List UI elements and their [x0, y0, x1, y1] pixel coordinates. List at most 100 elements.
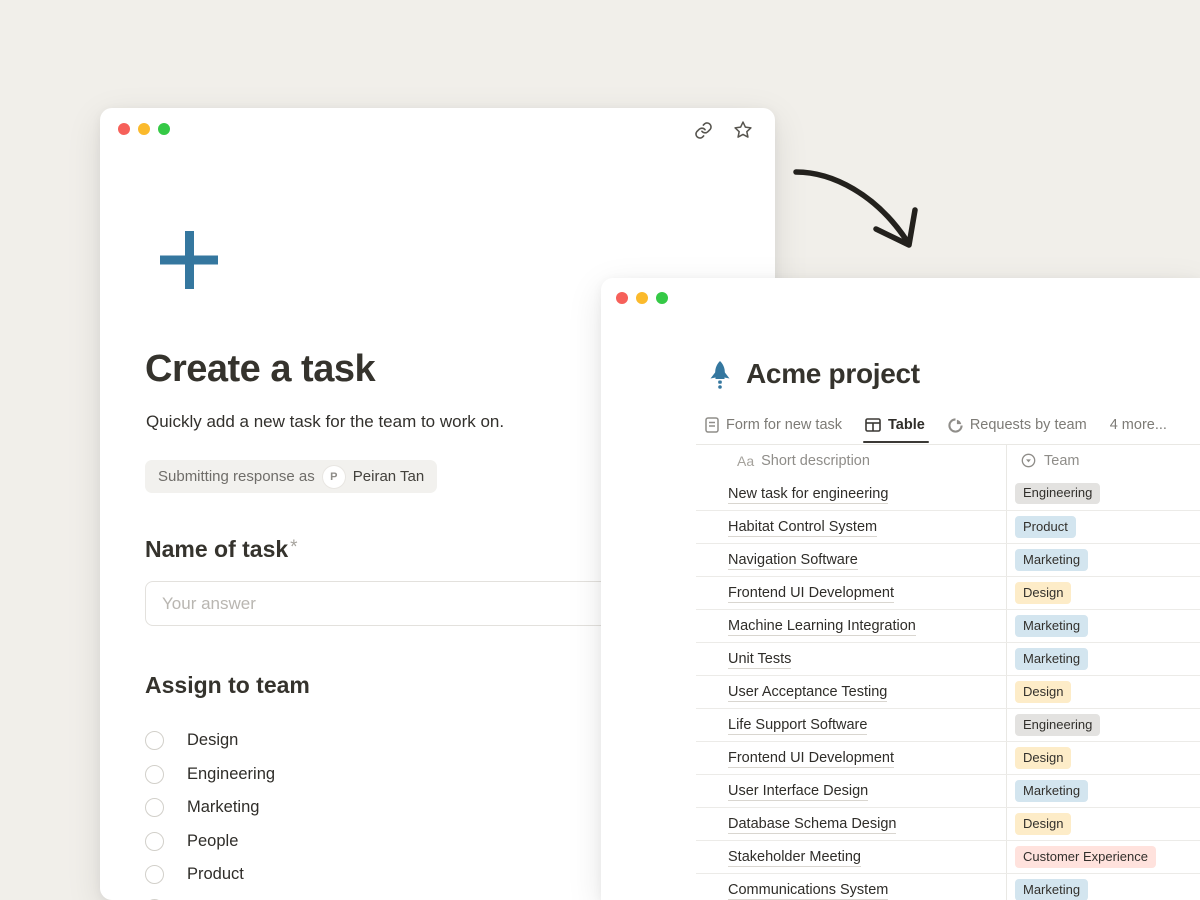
task-cell: Frontend UI Development: [696, 750, 1006, 766]
team-option[interactable]: Design: [145, 724, 346, 758]
team-cell: Customer Experience: [1006, 846, 1156, 867]
task-cell: User Interface Design: [696, 783, 1006, 799]
task-title-link[interactable]: Frontend UI Development: [728, 585, 894, 603]
task-title-link[interactable]: Unit Tests: [728, 651, 791, 669]
team-tag[interactable]: Marketing: [1015, 549, 1088, 570]
task-cell: Unit Tests: [696, 651, 1006, 667]
form-icon: [705, 417, 719, 433]
tab-form-for-new-task[interactable]: Form for new task: [705, 410, 842, 440]
required-asterisk: *: [290, 537, 297, 558]
name-of-task-label: Name of task*: [145, 536, 298, 563]
team-option[interactable]: Engineering: [145, 758, 346, 792]
task-title-link[interactable]: Habitat Control System: [728, 519, 877, 537]
team-cell: Engineering: [1006, 483, 1100, 504]
team-tag[interactable]: Marketing: [1015, 615, 1088, 636]
radio-option-label: Product: [187, 865, 244, 884]
team-cell: Design: [1006, 681, 1071, 702]
team-cell: Product: [1006, 516, 1076, 537]
table-icon: [865, 418, 881, 432]
table-row: Unit Tests Marketing: [696, 642, 1200, 675]
task-title-link[interactable]: Life Support Software: [728, 717, 867, 735]
task-title-link[interactable]: Navigation Software: [728, 552, 858, 570]
team-cell: Marketing: [1006, 549, 1088, 570]
task-title-link[interactable]: Machine Learning Integration: [728, 618, 916, 636]
radio-button[interactable]: [145, 865, 164, 884]
radio-option-label: People: [187, 832, 238, 851]
form-title: Create a task: [145, 348, 375, 391]
curved-arrow-doodle: [780, 150, 930, 260]
task-title-link[interactable]: User Interface Design: [728, 783, 868, 801]
task-cell: Frontend UI Development: [696, 585, 1006, 601]
team-tag[interactable]: Design: [1015, 813, 1071, 834]
task-title-link[interactable]: User Acceptance Testing: [728, 684, 887, 702]
tab-table[interactable]: Table: [865, 410, 925, 440]
copy-link-icon[interactable]: [694, 121, 713, 140]
table-row: Machine Learning Integration Marketing: [696, 609, 1200, 642]
avatar: P: [323, 466, 345, 488]
team-cell: Design: [1006, 582, 1071, 603]
table-row: Communications System Marketing: [696, 873, 1200, 900]
team-tag[interactable]: Design: [1015, 681, 1071, 702]
team-option[interactable]: Customer Experience: [145, 892, 346, 900]
select-property-icon: [1021, 453, 1036, 468]
submitting-as-pill: Submitting response as P Peiran Tan: [145, 460, 437, 493]
zoom-window-button[interactable]: [158, 123, 170, 135]
plus-page-icon: [160, 231, 218, 294]
team-tag[interactable]: Engineering: [1015, 714, 1100, 735]
view-tabs: Form for new task Table Requests by team…: [705, 410, 1167, 440]
tab-requests-by-team[interactable]: Requests by team: [948, 410, 1087, 440]
favorite-star-icon[interactable]: [733, 120, 753, 140]
table-row: Habitat Control System Product: [696, 510, 1200, 543]
table-row: New task for engineering Engineering: [696, 477, 1200, 510]
radio-button[interactable]: [145, 765, 164, 784]
team-option[interactable]: Marketing: [145, 791, 346, 825]
task-title-link[interactable]: Database Schema Design: [728, 816, 896, 834]
task-title-link[interactable]: Stakeholder Meeting: [728, 849, 861, 867]
team-tag[interactable]: Marketing: [1015, 780, 1088, 801]
tab-more-views[interactable]: 4 more...: [1110, 410, 1167, 440]
task-title-link[interactable]: New task for engineering: [728, 486, 888, 504]
radio-button[interactable]: [145, 832, 164, 851]
team-tag[interactable]: Engineering: [1015, 483, 1100, 504]
radio-button[interactable]: [145, 731, 164, 750]
team-tag[interactable]: Customer Experience: [1015, 846, 1156, 867]
table-header-row: Aa Short description Team: [696, 444, 1200, 477]
task-cell: Stakeholder Meeting: [696, 849, 1006, 865]
table-row: User Interface Design Marketing: [696, 774, 1200, 807]
close-window-button[interactable]: [616, 292, 628, 304]
task-cell: Life Support Software: [696, 717, 1006, 733]
team-tag[interactable]: Marketing: [1015, 879, 1088, 900]
column-header-team[interactable]: Team: [1006, 453, 1079, 469]
assign-to-team-label: Assign to team: [145, 672, 310, 699]
team-tag[interactable]: Product: [1015, 516, 1076, 537]
task-title-link[interactable]: Communications System: [728, 882, 888, 900]
task-cell: Machine Learning Integration: [696, 618, 1006, 634]
team-tag[interactable]: Design: [1015, 582, 1071, 603]
table-row: Frontend UI Development Design: [696, 576, 1200, 609]
team-cell: Marketing: [1006, 615, 1088, 636]
table-row: Stakeholder Meeting Customer Experience: [696, 840, 1200, 873]
submitting-as-label: Submitting response as: [158, 468, 315, 485]
minimize-window-button[interactable]: [636, 292, 648, 304]
minimize-window-button[interactable]: [138, 123, 150, 135]
radio-option-label: Engineering: [187, 765, 275, 784]
window-controls: [118, 123, 170, 135]
team-options-list: Design Engineering Marketing People Prod…: [145, 724, 346, 900]
radio-option-label: Marketing: [187, 798, 259, 817]
form-subtitle: Quickly add a new task for the team to w…: [146, 412, 504, 432]
team-tag[interactable]: Marketing: [1015, 648, 1088, 669]
zoom-window-button[interactable]: [656, 292, 668, 304]
team-cell: Design: [1006, 747, 1071, 768]
team-option[interactable]: People: [145, 825, 346, 859]
team-option[interactable]: Product: [145, 858, 346, 892]
close-window-button[interactable]: [118, 123, 130, 135]
page-title: Acme project: [746, 358, 920, 390]
radio-button[interactable]: [145, 798, 164, 817]
column-header-short-description[interactable]: Aa Short description: [696, 453, 1006, 469]
team-tag[interactable]: Design: [1015, 747, 1071, 768]
team-cell: Marketing: [1006, 780, 1088, 801]
submitting-user-name: Peiran Tan: [353, 468, 424, 485]
table-row: User Acceptance Testing Design: [696, 675, 1200, 708]
window-controls: [616, 292, 668, 304]
task-title-link[interactable]: Frontend UI Development: [728, 750, 894, 768]
